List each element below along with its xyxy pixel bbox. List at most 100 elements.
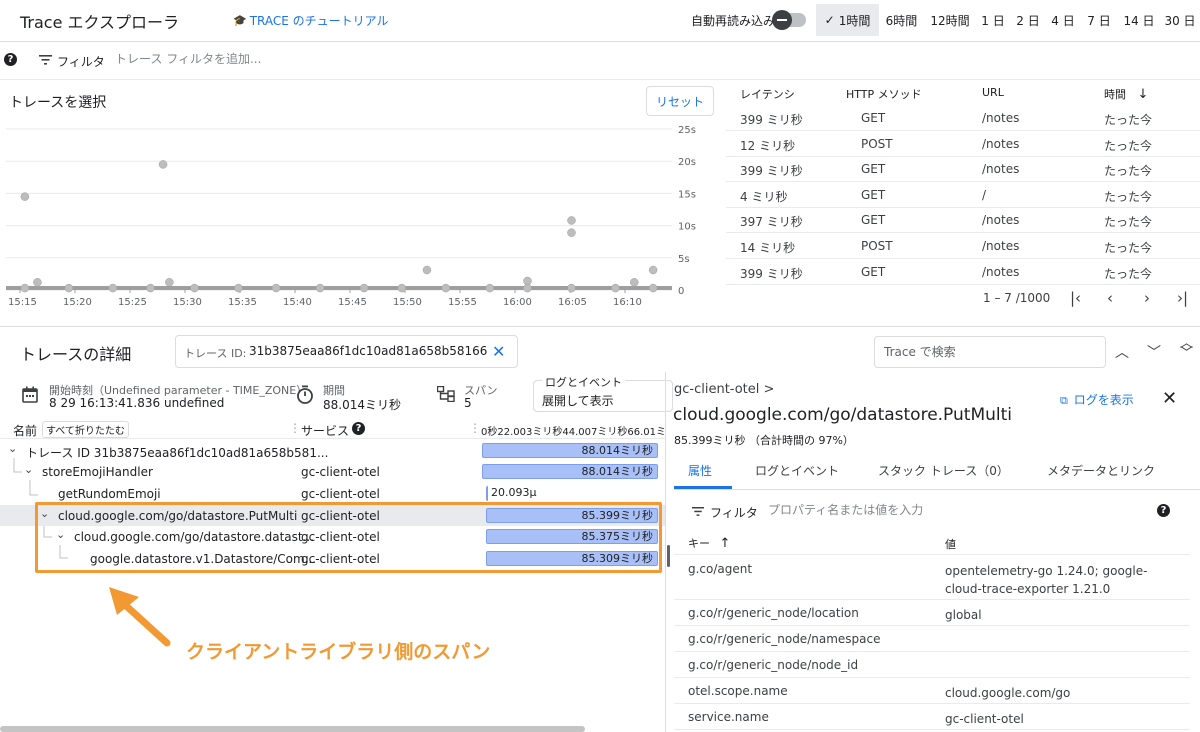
- span-breadcrumb[interactable]: gc-client-otel >: [674, 382, 774, 397]
- property-row[interactable]: g.co/r/generic_node/node_id: [674, 652, 1190, 678]
- view-logs-link[interactable]: ⧉ ログを表示: [1060, 391, 1134, 408]
- divider: [665, 372, 666, 732]
- col-latency[interactable]: レイテンシ: [740, 86, 795, 102]
- trace-point[interactable]: [20, 283, 30, 293]
- trace-point[interactable]: [630, 278, 639, 287]
- time-range-30d[interactable]: 30 日: [1162, 4, 1198, 36]
- help-icon[interactable]: ?: [4, 53, 17, 66]
- x-tick-label: 15:45: [338, 297, 367, 308]
- help-icon[interactable]: ?: [352, 422, 365, 435]
- horizontal-scrollbar[interactable]: [0, 726, 585, 732]
- trace-row[interactable]: 397 ミリ秒 GET/notes たった今: [726, 207, 1200, 234]
- trace-point[interactable]: [158, 160, 168, 169]
- col-url[interactable]: URL: [982, 86, 1004, 99]
- time-range-4d[interactable]: 4 日: [1048, 4, 1078, 36]
- time-cell: たった今: [1104, 189, 1153, 204]
- clear-icon[interactable]: ✕: [492, 342, 505, 361]
- trace-row[interactable]: 4 ミリ秒 GET / たった今: [726, 182, 1200, 208]
- trace-point[interactable]: [441, 283, 451, 293]
- property-row[interactable]: g.co/agent opentelemetry-go 1.24.0; googl…: [674, 556, 1190, 600]
- property-row[interactable]: service.name gc-client-otel: [674, 704, 1190, 730]
- property-row[interactable]: g.co/r/generic_node/location global: [674, 600, 1190, 626]
- span-row-store-emoji-handler[interactable]: ⌄ storeEmojiHandler gc-client-otel 88.01…: [0, 461, 665, 482]
- tab-logs-events[interactable]: ログとイベント: [755, 462, 839, 479]
- time-range-1h[interactable]: ✓ 1時間: [816, 4, 879, 36]
- trace-row[interactable]: 399 ミリ秒 GET/notes たった今: [726, 259, 1200, 285]
- chevron-down-icon[interactable]: ⌄: [24, 463, 33, 476]
- collapse-all-button[interactable]: すべて折りたたむ: [42, 421, 129, 438]
- expand-vertical-icon[interactable]: ︿ ﹀: [1180, 337, 1193, 360]
- chevron-down-icon[interactable]: ⌄: [8, 442, 17, 455]
- auto-reload-toggle[interactable]: [772, 10, 806, 30]
- trace-row[interactable]: 14 ミリ秒 POST/notes たった今: [726, 233, 1200, 259]
- auto-reload-label: 自動再読み込み: [691, 14, 776, 28]
- chevron-up-icon[interactable]: ︿: [1115, 342, 1129, 362]
- trace-point[interactable]: [567, 228, 576, 237]
- latency-cell: 14 ミリ秒: [740, 241, 796, 255]
- time-range-6h[interactable]: 6時間: [879, 4, 924, 36]
- trace-point[interactable]: [234, 283, 243, 293]
- trace-point[interactable]: [648, 265, 658, 275]
- panel-resize-handle[interactable]: [667, 545, 670, 567]
- trace-point[interactable]: [20, 192, 30, 201]
- first-page-button[interactable]: |‹: [1070, 289, 1081, 307]
- property-row[interactable]: g.co/r/generic_node/namespace: [674, 626, 1190, 652]
- trace-point[interactable]: [271, 283, 281, 293]
- trace-point[interactable]: [359, 283, 369, 293]
- trace-point[interactable]: [648, 283, 658, 293]
- trace-point[interactable]: [33, 278, 42, 287]
- time-range-12h[interactable]: 12時間: [926, 4, 974, 36]
- tab-metadata-links[interactable]: メタデータとリンク: [1047, 462, 1155, 479]
- span-row-get-random-emoji[interactable]: getRundomEmoji gc-client-otel 20.093μ: [0, 483, 665, 504]
- trace-point[interactable]: [190, 283, 199, 293]
- trace-point[interactable]: [485, 283, 495, 293]
- trace-search-input[interactable]: [874, 336, 1106, 368]
- trace-point[interactable]: [523, 283, 532, 293]
- property-value: global: [945, 608, 982, 622]
- next-page-button[interactable]: ›: [1144, 289, 1150, 307]
- trace-point[interactable]: [567, 283, 576, 293]
- y-tick-label: 0: [678, 286, 684, 297]
- trace-point[interactable]: [523, 276, 532, 286]
- time-range-1d[interactable]: 1 日: [978, 4, 1008, 36]
- log-events-select[interactable]: ログとイベント 展開して表示: [533, 374, 673, 412]
- time-range-14d[interactable]: 14 日: [1121, 4, 1157, 36]
- trace-row[interactable]: 399 ミリ秒 GET/notes たった今: [726, 105, 1200, 131]
- trace-filter-input[interactable]: [115, 52, 615, 66]
- col-time[interactable]: 時間 ↓: [1104, 86, 1148, 102]
- trace-point[interactable]: [146, 283, 155, 293]
- close-icon[interactable]: ✕: [1162, 388, 1177, 409]
- span-row-root[interactable]: ⌄ トレース ID 31b3875eaa86f1dc10ad81a658b581…: [0, 440, 665, 461]
- prev-page-button[interactable]: ‹: [1107, 289, 1113, 307]
- reset-button[interactable]: リセット: [646, 86, 714, 116]
- chevron-down-icon[interactable]: ﹀: [1147, 342, 1161, 362]
- column-resizer[interactable]: ⋮: [289, 421, 301, 435]
- trace-row[interactable]: 399 ミリ秒 GET/notes たった今: [726, 156, 1200, 183]
- trace-point[interactable]: [567, 216, 576, 225]
- trace-point[interactable]: [315, 283, 325, 293]
- trace-point[interactable]: [397, 283, 407, 293]
- trace-point[interactable]: [165, 278, 174, 287]
- col-key[interactable]: キー ↑: [688, 535, 730, 551]
- trace-row[interactable]: 12 ミリ秒 POST/notes たった今: [726, 131, 1200, 157]
- help-icon[interactable]: ?: [1157, 504, 1170, 517]
- tutorial-link[interactable]: 🎓 TRACE のチュートリアル: [233, 12, 389, 29]
- property-filter-input[interactable]: [768, 503, 1128, 517]
- filter-icon: [39, 55, 52, 65]
- trace-point[interactable]: [108, 283, 118, 293]
- time-range-2d[interactable]: 2 日: [1013, 4, 1043, 36]
- tab-stack-trace[interactable]: スタック トレース（0）: [878, 462, 1009, 479]
- trace-point[interactable]: [422, 265, 432, 275]
- column-resizer[interactable]: ⋮: [469, 421, 481, 435]
- trace-id-value[interactable]: 31b3875eaa86f1dc10ad81a658b58166: [249, 344, 487, 358]
- col-http-method[interactable]: HTTP メソッド: [846, 86, 922, 102]
- callout-arrow: [109, 587, 171, 647]
- time-range-7d[interactable]: 7 日: [1084, 4, 1114, 36]
- last-page-button[interactable]: ›|: [1177, 289, 1188, 307]
- trace-point[interactable]: [611, 283, 620, 293]
- trace-point[interactable]: [64, 283, 74, 293]
- tab-attributes[interactable]: 属性: [688, 462, 712, 479]
- property-row[interactable]: otel.scope.name cloud.google.com/go: [674, 678, 1190, 704]
- trace-scatter-chart[interactable]: 25s 20s 15s 10s 5s 0 15:15 15:20 15:25 15:30 15:35…: [0, 118, 710, 313]
- trace-id-field[interactable]: トレース ID: 31b3875eaa86f1dc10ad81a658b5816…: [175, 335, 518, 368]
